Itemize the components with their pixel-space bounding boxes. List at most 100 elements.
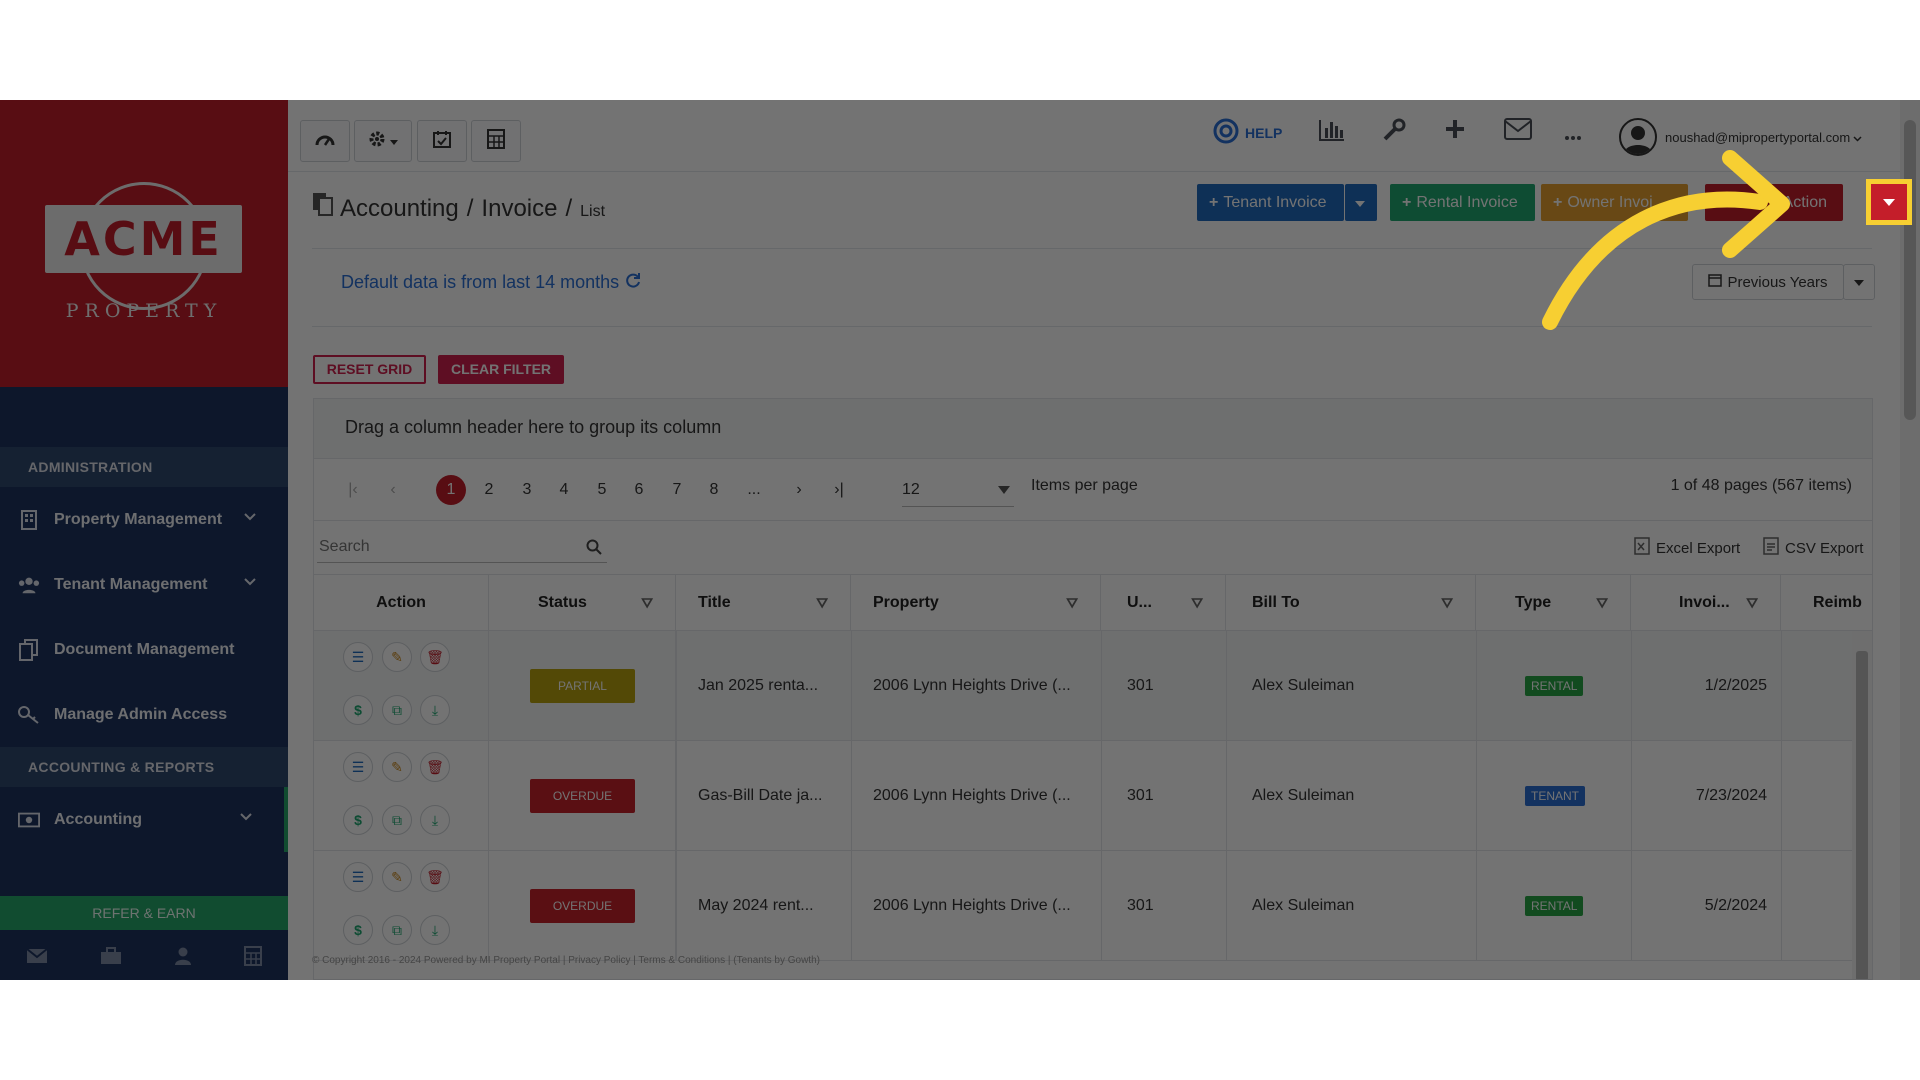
page-3-button[interactable]: 3: [512, 475, 542, 505]
filter-icon[interactable]: ⛛: [1066, 575, 1078, 631]
column-header-status[interactable]: Status ⛛: [489, 575, 676, 631]
column-header-type[interactable]: Type ⛛: [1476, 575, 1631, 631]
page-8-button[interactable]: 8: [699, 475, 729, 505]
sidebar-item-property-management[interactable]: Property Management: [0, 487, 288, 552]
refer-and-earn-button[interactable]: REFER & EARN: [0, 896, 288, 930]
table-row[interactable]: ☰ ✎ 🗑 $ ⧉ ⤓ OVERDUE Gas-Bill Date ja... …: [314, 741, 1854, 851]
column-header-invoice-date[interactable]: Invoi... ⛛: [1631, 575, 1781, 631]
search-input[interactable]: [317, 531, 607, 563]
group-panel[interactable]: Drag a column header here to group its c…: [314, 399, 1872, 459]
download-icon[interactable]: ⤓: [420, 695, 450, 725]
reports-button[interactable]: [1318, 118, 1346, 147]
delete-icon[interactable]: 🗑: [420, 862, 450, 892]
column-header-action[interactable]: Action: [314, 575, 489, 631]
payment-icon[interactable]: $: [343, 695, 373, 725]
page-6-button[interactable]: 6: [624, 475, 654, 505]
column-header-unit[interactable]: U... ⛛: [1101, 575, 1226, 631]
calendar-button[interactable]: [417, 120, 467, 162]
column-header-title[interactable]: Title ⛛: [676, 575, 851, 631]
items-per-page-select[interactable]: 12: [902, 473, 1014, 507]
column-header-bill-to[interactable]: Bill To ⛛: [1226, 575, 1476, 631]
payment-icon[interactable]: $: [343, 805, 373, 835]
details-icon[interactable]: ☰: [343, 862, 373, 892]
breadcrumb-invoice[interactable]: Invoice: [481, 195, 557, 223]
excel-export-button[interactable]: Excel Export: [1634, 537, 1740, 559]
rental-invoice-button[interactable]: + Rental Invoice: [1390, 184, 1535, 221]
edit-icon[interactable]: ✎: [382, 752, 412, 782]
invoice-date-cell: 5/2/2024: [1704, 897, 1767, 914]
csv-export-button[interactable]: CSV Export: [1763, 537, 1863, 559]
first-page-button[interactable]: |‹: [338, 475, 368, 505]
page-scrollbar[interactable]: [1900, 100, 1920, 980]
money-icon: [18, 809, 40, 831]
items-per-page-value: 12: [902, 481, 920, 498]
details-icon[interactable]: ☰: [343, 752, 373, 782]
next-page-button[interactable]: ›: [784, 475, 814, 505]
filter-icon[interactable]: ⛛: [1441, 575, 1453, 631]
sidebar-item-document-management[interactable]: Document Management: [0, 617, 288, 682]
action-dropdown-toggle[interactable]: [1866, 179, 1912, 225]
sidebar-item-accounting[interactable]: Accounting: [0, 787, 288, 852]
copy-icon[interactable]: ⧉: [382, 915, 412, 945]
bar-chart-icon: [1318, 118, 1346, 147]
edit-icon[interactable]: ✎: [382, 862, 412, 892]
prev-page-button[interactable]: ‹: [378, 475, 408, 505]
filter-icon[interactable]: ⛛: [1746, 575, 1758, 631]
column-header-reimb[interactable]: Reimb: [1781, 575, 1872, 631]
messages-button[interactable]: [1504, 118, 1532, 145]
briefcase-icon[interactable]: [100, 946, 122, 970]
last-page-button[interactable]: ›|: [824, 475, 854, 505]
sidebar-item-tenant-management[interactable]: Tenant Management: [0, 552, 288, 617]
column-header-property[interactable]: Property ⛛: [851, 575, 1101, 631]
grid-scrollbar[interactable]: [1852, 631, 1872, 979]
filter-icon[interactable]: ⛛: [1191, 575, 1203, 631]
more-button[interactable]: [1564, 128, 1582, 146]
filter-icon[interactable]: ⛛: [641, 575, 653, 631]
tools-button[interactable]: [1382, 118, 1406, 147]
edit-icon[interactable]: ✎: [382, 642, 412, 672]
settings-dropdown-button[interactable]: [354, 120, 412, 162]
details-icon[interactable]: ☰: [343, 642, 373, 672]
page-4-button[interactable]: 4: [549, 475, 579, 505]
download-icon[interactable]: ⤓: [420, 915, 450, 945]
copy-icon[interactable]: ⧉: [382, 805, 412, 835]
logo-area: ACME PROPERTY: [0, 100, 288, 387]
previous-years-dropdown[interactable]: [1843, 264, 1875, 300]
user-icon[interactable]: [174, 947, 192, 970]
download-icon[interactable]: ⤓: [420, 805, 450, 835]
tenant-invoice-button[interactable]: + Tenant Invoice: [1197, 184, 1344, 221]
payment-icon[interactable]: $: [343, 915, 373, 945]
logo[interactable]: ACME: [45, 205, 242, 273]
breadcrumb-accounting[interactable]: Accounting: [340, 195, 459, 223]
copy-icon[interactable]: ⧉: [382, 695, 412, 725]
grid-scroll-thumb[interactable]: [1856, 651, 1868, 979]
clear-filter-button[interactable]: CLEAR FILTER: [438, 355, 564, 384]
page-5-button[interactable]: 5: [587, 475, 617, 505]
delete-icon[interactable]: 🗑: [420, 642, 450, 672]
more-pages-button[interactable]: ...: [739, 475, 769, 505]
tenant-invoice-dropdown[interactable]: [1345, 184, 1377, 221]
dashboard-button[interactable]: [300, 120, 350, 162]
calculator-button[interactable]: [471, 120, 521, 162]
table-row[interactable]: ☰ ✎ 🗑 $ ⧉ ⤓ OVERDUE May 2024 rent... 200…: [314, 851, 1854, 961]
help-button[interactable]: HELP: [1213, 118, 1282, 147]
action-button[interactable]: Action: [1705, 184, 1843, 221]
page-7-button[interactable]: 7: [662, 475, 692, 505]
page-2-button[interactable]: 2: [474, 475, 504, 505]
filter-icon[interactable]: ⛛: [816, 575, 828, 631]
page-1-button[interactable]: 1: [436, 475, 466, 505]
page-scroll-thumb[interactable]: [1904, 120, 1916, 420]
delete-icon[interactable]: 🗑: [420, 752, 450, 782]
search-icon[interactable]: [586, 539, 602, 560]
mail-icon[interactable]: [26, 947, 48, 969]
add-button[interactable]: [1444, 118, 1466, 145]
previous-years-button[interactable]: Previous Years: [1692, 264, 1844, 300]
user-menu[interactable]: noushad@mipropertyportal.com: [1619, 118, 1862, 156]
reset-grid-button[interactable]: RESET GRID: [313, 355, 426, 384]
refresh-icon[interactable]: [625, 272, 641, 293]
sidebar-item-manage-admin-access[interactable]: Manage Admin Access: [0, 682, 288, 747]
owner-invoice-button[interactable]: + Owner Invoi: [1541, 184, 1688, 221]
calculator-icon[interactable]: [244, 945, 262, 971]
filter-icon[interactable]: ⛛: [1596, 575, 1608, 631]
table-row[interactable]: ☰ ✎ 🗑 $ ⧉ ⤓ PARTIAL Jan 2025 renta... 20…: [314, 631, 1854, 741]
